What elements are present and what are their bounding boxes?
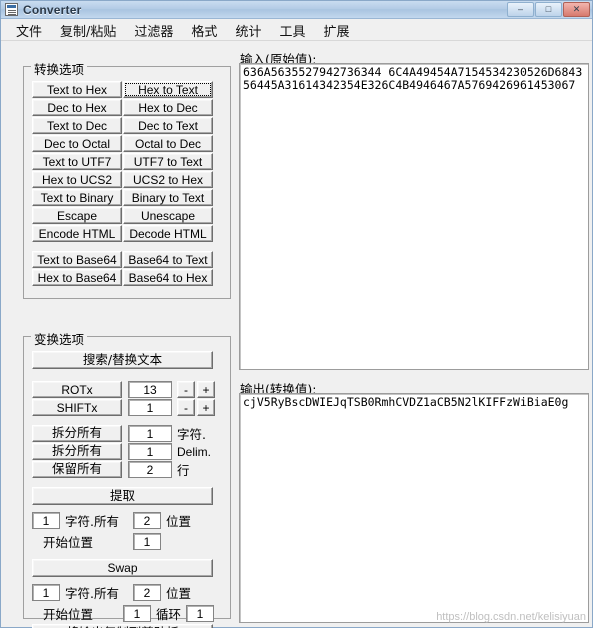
button-octal-to-dec[interactable]: Octal to Dec [123,135,213,152]
converter-window: Converter – □ ✕ 文件 复制/粘贴 过滤器 格式 统计 工具 扩展… [0,0,593,628]
swap-chars-label: 字符.所有 [65,586,119,601]
conversion-options-title: 转换选项 [31,59,88,78]
menu-item-copy-paste[interactable]: 复制/粘贴 [51,19,125,42]
extract-chars-input[interactable]: 1 [32,512,60,529]
button-base64-to-hex[interactable]: Base64 to Hex [123,269,213,286]
button-encode-html[interactable]: Encode HTML [32,225,122,242]
button-hex-to-text[interactable]: Hex to Text [123,81,213,98]
extract-chars-label: 字符.所有 [65,514,119,529]
button-text-to-hex[interactable]: Text to Hex [32,81,122,98]
maximize-button[interactable]: □ [535,2,562,17]
window-controls: – □ ✕ [507,2,590,17]
shiftx-value-input[interactable]: 1 [128,399,172,416]
button-escape[interactable]: Escape [32,207,122,224]
swap-loop-input[interactable]: 1 [186,605,214,622]
button-binary-to-text[interactable]: Binary to Text [123,189,213,206]
minimize-button[interactable]: – [507,2,534,17]
shiftx-increment-button[interactable]: + [197,399,215,416]
button-text-to-base64[interactable]: Text to Base64 [32,251,122,268]
swap-chars-input[interactable]: 1 [32,584,60,601]
shiftx-decrement-button[interactable]: - [177,399,195,416]
split-chars-unit-label: 字符. [177,427,206,442]
button-dec-to-octal[interactable]: Dec to Octal [32,135,122,152]
close-icon: ✕ [572,4,581,14]
button-shiftx[interactable]: SHIFTx [32,399,122,416]
button-hex-to-dec[interactable]: Hex to Dec [123,99,213,116]
output-textarea[interactable]: cjV5RyBscDWIEJqTSB0RmhCVDZ1aCB5N2lKIFFzW… [239,393,589,623]
button-rotx[interactable]: ROTx [32,381,122,398]
menu-item-tools[interactable]: 工具 [270,19,314,42]
swap-position-label: 位置 [166,586,192,601]
extract-position-input[interactable]: 2 [133,512,161,529]
split-chars-input[interactable]: 1 [128,425,172,442]
window-title: Converter [23,2,82,17]
input-textarea[interactable]: 636A5635527942736344 6C4A49454A715453423… [239,63,589,370]
button-swap[interactable]: Swap [32,559,213,577]
app-icon [5,3,18,16]
extract-start-label: 开始位置 [43,535,94,550]
button-extract[interactable]: 提取 [32,487,213,505]
split-delim-input[interactable]: 1 [128,443,172,460]
minimize-icon: – [517,4,523,14]
button-text-to-utf7[interactable]: Text to UTF7 [32,153,122,170]
button-unescape[interactable]: Unescape [123,207,213,224]
extract-position-label: 位置 [166,514,192,529]
button-dec-to-text[interactable]: Dec to Text [123,117,213,134]
button-hex-to-ucs2[interactable]: Hex to UCS2 [32,171,122,188]
swap-start-input[interactable]: 1 [123,605,151,622]
button-base64-to-text[interactable]: Base64 to Text [123,251,213,268]
rotx-decrement-button[interactable]: - [177,381,195,398]
title-bar: Converter – □ ✕ [1,1,592,19]
menu-item-format[interactable]: 格式 [182,19,226,42]
button-hex-to-base64[interactable]: Hex to Base64 [32,269,122,286]
button-ucs2-to-hex[interactable]: UCS2 to Hex [123,171,213,188]
watermark-text: https://blog.csdn.net/kelisiyuan [436,611,586,623]
button-keep-all[interactable]: 保留所有 [32,461,122,478]
menu-bar: 文件 复制/粘贴 过滤器 格式 统计 工具 扩展 [1,20,592,41]
keep-lines-unit-label: 行 [177,463,190,478]
close-button[interactable]: ✕ [563,2,590,17]
swap-start-label: 开始位置 [43,607,94,622]
button-split-all-chars[interactable]: 拆分所有 [32,425,122,442]
button-copy-output-to-clipboard[interactable]: 将输出复制到剪贴板 [32,624,213,628]
swap-loop-label: 循环 [156,607,182,622]
keep-lines-input[interactable]: 2 [128,461,172,478]
menu-item-filter[interactable]: 过滤器 [125,19,182,42]
rotx-value-input[interactable]: 13 [128,381,172,398]
maximize-icon: □ [545,4,552,14]
extract-start-input[interactable]: 1 [133,533,161,550]
transform-options-title: 变换选项 [31,329,88,348]
split-delim-unit-label: Delim. [177,444,212,459]
button-text-to-dec[interactable]: Text to Dec [32,117,122,134]
rotx-increment-button[interactable]: + [197,381,215,398]
swap-position-input[interactable]: 2 [133,584,161,601]
button-decode-html[interactable]: Decode HTML [123,225,213,242]
button-split-all-delim[interactable]: 拆分所有 [32,443,122,460]
menu-item-statistics[interactable]: 统计 [226,19,270,42]
button-dec-to-hex[interactable]: Dec to Hex [32,99,122,116]
menu-item-extensions[interactable]: 扩展 [314,19,358,42]
button-search-replace-text[interactable]: 搜索/替换文本 [32,351,213,369]
button-utf7-to-text[interactable]: UTF7 to Text [123,153,213,170]
menu-item-file[interactable]: 文件 [7,19,51,42]
button-text-to-binary[interactable]: Text to Binary [32,189,122,206]
